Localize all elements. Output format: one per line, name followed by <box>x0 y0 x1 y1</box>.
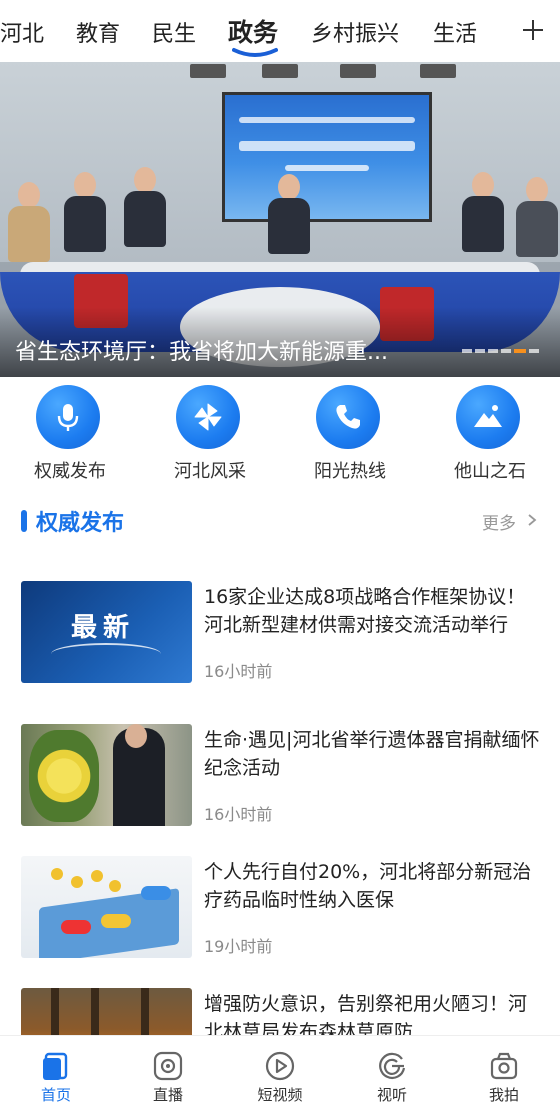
slide-dot[interactable] <box>501 349 511 353</box>
studio-light <box>420 64 456 78</box>
microphone-icon <box>36 385 100 449</box>
panelist <box>462 172 504 252</box>
phone-icon <box>316 385 380 449</box>
slide-dot-active[interactable] <box>514 349 526 353</box>
quick-link-label: 权威发布 <box>34 461 106 482</box>
nav-label: 直播 <box>152 1086 183 1104</box>
panelist <box>516 177 558 257</box>
tab-government-affairs[interactable]: 政务 <box>228 13 278 49</box>
more-link[interactable]: 更多 <box>482 509 516 534</box>
tab-life[interactable]: 生活 <box>433 16 477 48</box>
news-title: 16家企业达成8项战略合作框架协议！河北新型建材供需对接交流活动举行 <box>204 586 526 636</box>
quick-link-sunshine-hotline[interactable]: 阳光热线 <box>280 385 420 485</box>
headline-banner[interactable]: 省生态环境厅：我省将加大新能源重... <box>0 62 560 377</box>
news-time: 16小时前 <box>204 662 273 681</box>
nav-audio-visual[interactable]: 视听 <box>336 1044 448 1108</box>
quick-link-label: 河北风采 <box>174 461 246 482</box>
mountain-icon <box>456 385 520 449</box>
add-channel-icon[interactable] <box>520 17 546 43</box>
panelist <box>64 172 106 252</box>
slide-dot[interactable] <box>462 349 472 353</box>
news-time: 16小时前 <box>204 805 273 824</box>
nav-short-video[interactable]: 短视频 <box>224 1044 336 1108</box>
quick-link-authoritative-release[interactable]: 权威发布 <box>0 385 140 485</box>
nav-live[interactable]: 直播 <box>112 1044 224 1108</box>
camera-icon <box>490 1052 518 1080</box>
tab-rural-revitalization[interactable]: 乡村振兴 <box>311 16 399 48</box>
panelist <box>8 182 50 262</box>
studio-light <box>340 64 376 78</box>
news-thumbnail <box>21 988 192 1035</box>
thumbnail-text: 最新 <box>71 613 136 643</box>
bottom-navigation: 首页 直播 短视频 视听 我拍 <box>0 1035 560 1109</box>
news-thumbnail <box>21 856 192 958</box>
news-item[interactable]: 最新 16家企业达成8项战略合作框架协议！河北新型建材供需对接交流活动举行 16… <box>0 581 560 691</box>
news-title: 个人先行自付20%，河北将部分新冠治疗药品临时性纳入医保 <box>204 861 532 911</box>
live-icon <box>153 1051 183 1081</box>
quick-link-hebei-style[interactable]: 河北风采 <box>140 385 280 485</box>
quick-link-other-mountains[interactable]: 他山之石 <box>420 385 560 485</box>
top-channel-tabs: 河北 教育 民生 政务 乡村振兴 生活 <box>0 0 560 62</box>
news-item[interactable]: 生命·遇见|河北省举行遗体器官捐献缅怀纪念活动 16小时前 <box>0 724 560 834</box>
short-video-icon <box>265 1051 295 1081</box>
active-tab-indicator <box>232 48 278 57</box>
studio-light <box>190 64 226 78</box>
panelist <box>268 174 310 254</box>
news-thumbnail: 最新 <box>21 581 192 683</box>
section-title: 权威发布 <box>36 511 125 536</box>
nav-label: 视听 <box>376 1086 407 1104</box>
nav-label: 短视频 <box>257 1086 303 1104</box>
section-accent-bar <box>21 510 27 532</box>
news-thumbnail <box>21 724 192 826</box>
quick-link-label: 阳光热线 <box>314 461 386 482</box>
news-title: 增强防火意识，告别祭祀用火陋习！河北林草局发布森林草原防 <box>204 993 528 1035</box>
news-title: 生命·遇见|河北省举行遗体器官捐献缅怀纪念活动 <box>204 729 540 779</box>
news-item[interactable]: 个人先行自付20%，河北将部分新冠治疗药品临时性纳入医保 19小时前 <box>0 856 560 966</box>
nav-home[interactable]: 首页 <box>0 1044 112 1108</box>
studio-screen <box>222 92 432 222</box>
banner-caption[interactable]: 省生态环境厅：我省将加大新能源重... <box>15 334 455 366</box>
tab-education[interactable]: 教育 <box>76 16 120 48</box>
slide-dot[interactable] <box>529 349 539 353</box>
panelist <box>124 167 166 247</box>
tab-livelihood[interactable]: 民生 <box>152 16 196 48</box>
studio-light <box>262 64 298 78</box>
news-time: 19小时前 <box>204 937 273 956</box>
audio-visual-icon <box>379 1052 406 1079</box>
nav-label: 首页 <box>40 1086 71 1104</box>
tab-hebei[interactable]: 河北 <box>0 16 44 48</box>
slide-dot[interactable] <box>488 349 498 353</box>
news-item[interactable]: 增强防火意识，告别祭祀用火陋习！河北林草局发布森林草原防 <box>0 988 560 1035</box>
pinwheel-icon <box>176 385 240 449</box>
home-icon <box>43 1052 68 1080</box>
slide-dot[interactable] <box>475 349 485 353</box>
nav-label: 我拍 <box>488 1086 519 1104</box>
quick-link-label: 他山之石 <box>454 461 526 482</box>
chevron-right-icon[interactable] <box>525 513 539 527</box>
nav-my-shoot[interactable]: 我拍 <box>448 1044 560 1108</box>
